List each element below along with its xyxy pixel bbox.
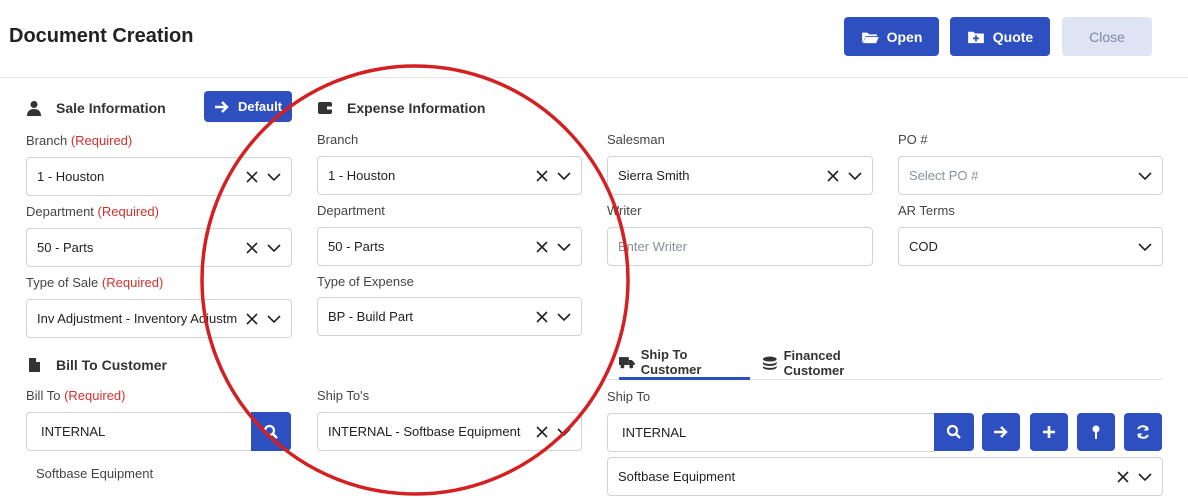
bill-to-search-button[interactable] xyxy=(251,412,291,451)
expense-department-label: Department xyxy=(317,203,385,218)
chevron-down-icon[interactable] xyxy=(846,167,864,185)
sale-branch-select[interactable]: 1 - Houston xyxy=(26,157,292,196)
bill-to-customer-title: Bill To Customer xyxy=(26,357,167,373)
quote-button[interactable]: Quote xyxy=(950,17,1050,56)
chevron-down-icon[interactable] xyxy=(1136,238,1154,256)
tab-financed-customer[interactable]: Financed Customer xyxy=(762,346,902,380)
writer-label: Writer xyxy=(607,203,642,218)
chevron-down-icon[interactable] xyxy=(555,308,573,326)
chevron-down-icon[interactable] xyxy=(265,168,283,186)
wallet-icon xyxy=(318,102,332,114)
type-of-sale-label: Type of Sale (Required) xyxy=(26,275,164,290)
folder-open-icon xyxy=(861,32,879,43)
tab-ship-to-customer[interactable]: Ship To Customer xyxy=(619,346,750,380)
plus-icon xyxy=(1043,426,1055,438)
search-icon xyxy=(263,424,278,439)
required-marker: (Required) xyxy=(70,133,133,148)
type-of-expense-label: Type of Expense xyxy=(317,274,414,289)
chevron-down-icon[interactable] xyxy=(555,167,573,185)
quote-button-label: Quote xyxy=(992,28,1034,45)
file-plus-icon xyxy=(967,31,984,43)
open-button-label: Open xyxy=(886,28,923,45)
sale-department-label: Department (Required) xyxy=(26,204,159,219)
clear-icon[interactable] xyxy=(824,167,842,185)
bill-to-customer-label: Bill To Customer xyxy=(56,357,167,373)
ship-to-go-button[interactable] xyxy=(982,413,1020,451)
writer-input[interactable]: Enter Writer xyxy=(607,227,873,266)
bill-to-input[interactable]: INTERNAL xyxy=(26,412,252,451)
sale-information-label: Sale Information xyxy=(56,100,166,116)
required-marker: (Required) xyxy=(97,204,159,219)
default-button[interactable]: Default xyxy=(204,91,292,122)
clear-icon[interactable] xyxy=(1114,468,1132,486)
user-icon xyxy=(27,101,41,116)
search-icon xyxy=(946,424,961,439)
bill-to-label: Bill To (Required) xyxy=(26,388,126,403)
type-of-expense-select[interactable]: BP - Build Part xyxy=(317,297,582,336)
po-number-select[interactable]: Select PO # xyxy=(898,156,1163,195)
po-number-label: PO # xyxy=(898,132,928,147)
clear-icon[interactable] xyxy=(533,238,551,256)
ship-to-input[interactable]: INTERNAL xyxy=(607,413,935,452)
page-header: Document Creation Open Quote Close xyxy=(0,0,1188,78)
map-pin-icon xyxy=(1092,425,1100,439)
chevron-down-icon[interactable] xyxy=(555,423,573,441)
coins-icon xyxy=(762,356,777,370)
expense-information-label: Expense Information xyxy=(347,100,486,116)
required-marker: (Required) xyxy=(101,275,164,290)
ship-to-add-button[interactable] xyxy=(1030,413,1068,451)
expense-department-select[interactable]: 50 - Parts xyxy=(317,227,582,266)
expense-branch-select[interactable]: 1 - Houston xyxy=(317,156,582,195)
sale-department-select[interactable]: 50 - Parts xyxy=(26,228,292,267)
clear-icon[interactable] xyxy=(533,167,551,185)
clear-icon[interactable] xyxy=(533,423,551,441)
expense-information-title: Expense Information xyxy=(317,100,485,116)
chevron-down-icon[interactable] xyxy=(265,310,283,328)
ar-terms-label: AR Terms xyxy=(898,203,955,218)
file-icon xyxy=(29,358,40,372)
clear-icon[interactable] xyxy=(243,310,261,328)
clear-icon[interactable] xyxy=(533,308,551,326)
default-button-label: Default xyxy=(237,99,283,114)
sale-information-title: Sale Information xyxy=(26,100,166,116)
close-button[interactable]: Close xyxy=(1062,17,1152,56)
chevron-down-icon[interactable] xyxy=(1136,468,1154,486)
ship-to-customer-select[interactable]: Softbase Equipment xyxy=(607,457,1163,496)
ship-tos-label: Ship To's xyxy=(317,388,370,403)
sale-branch-label: Branch (Required) xyxy=(26,133,133,148)
refresh-icon xyxy=(1137,425,1149,439)
ship-to-label: Ship To xyxy=(607,389,651,404)
clear-icon[interactable] xyxy=(243,239,261,257)
ship-to-location-button[interactable] xyxy=(1077,413,1115,451)
clear-icon[interactable] xyxy=(243,168,261,186)
arrow-right-icon xyxy=(214,100,229,113)
close-button-label: Close xyxy=(1089,28,1125,45)
salesman-label: Salesman xyxy=(607,132,665,147)
ar-terms-select[interactable]: COD xyxy=(898,227,1163,266)
chevron-down-icon[interactable] xyxy=(1136,167,1154,185)
ship-to-tabs: Ship To Customer Financed Customer xyxy=(607,346,1163,380)
salesman-select[interactable]: Sierra Smith xyxy=(607,156,873,195)
required-marker: (Required) xyxy=(64,388,126,403)
ship-to-search-button[interactable] xyxy=(934,413,974,451)
truck-icon xyxy=(619,356,635,368)
type-of-sale-select[interactable]: Inv Adjustment - Inventory Adjustm xyxy=(26,299,292,338)
arrow-right-icon xyxy=(994,426,1008,438)
page-title: Document Creation xyxy=(9,25,194,47)
ship-to-refresh-button[interactable] xyxy=(1124,413,1162,451)
expense-branch-label: Branch xyxy=(317,132,359,147)
chevron-down-icon[interactable] xyxy=(265,239,283,257)
ship-tos-select[interactable]: INTERNAL - Softbase Equipment xyxy=(317,412,582,451)
chevron-down-icon[interactable] xyxy=(555,238,573,256)
open-button[interactable]: Open xyxy=(844,17,939,56)
bill-to-customer-name: Softbase Equipment xyxy=(36,466,154,481)
